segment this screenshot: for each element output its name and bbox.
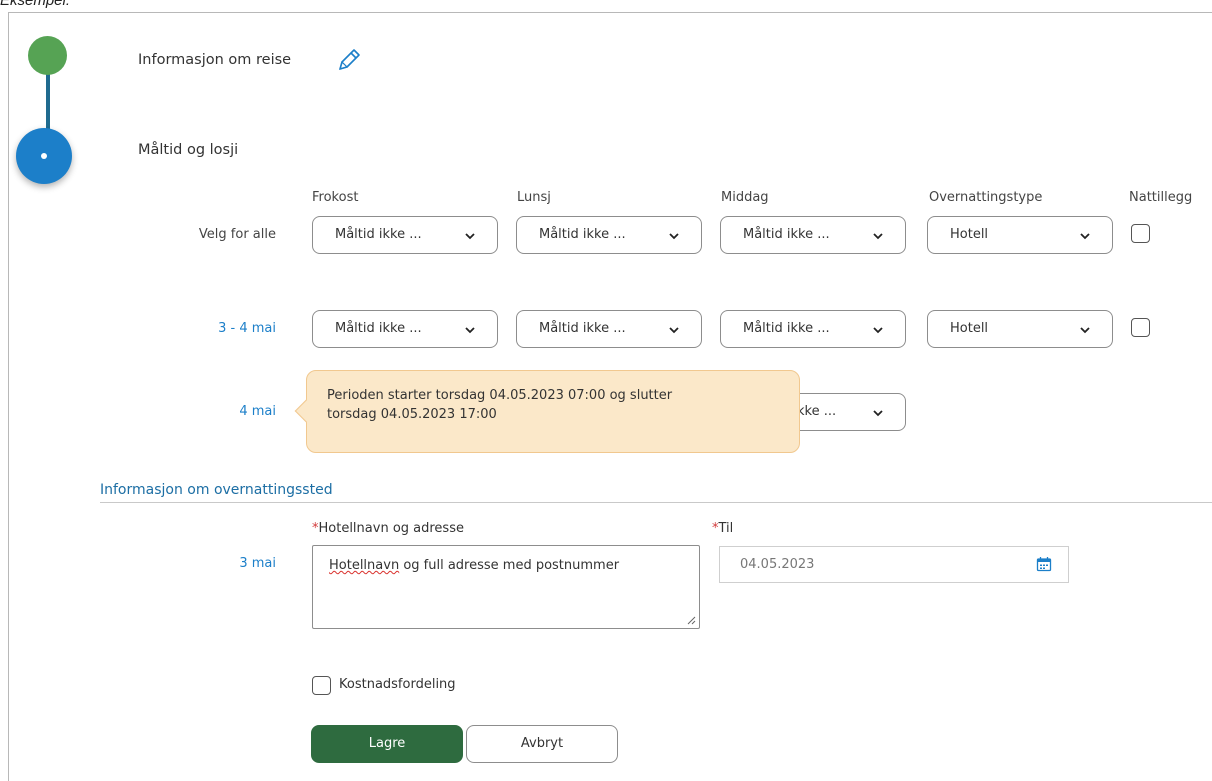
select-value: Måltid ikke ... <box>743 321 830 336</box>
row-label-3-4-mai: 3 - 4 mai <box>218 321 276 336</box>
tooltip-line-1: Perioden starter torsdag 04.05.2023 07:0… <box>327 388 673 403</box>
hotel-field-label: *Hotellnavn og adresse <box>312 521 464 536</box>
select-middag-3-4-mai[interactable]: Måltid ikke ... <box>720 310 906 348</box>
select-value: Måltid ikke ... <box>335 227 422 242</box>
select-lunsj-3-4-mai[interactable]: Måltid ikke ... <box>516 310 702 348</box>
col-header-lunsj: Lunsj <box>517 190 551 205</box>
period-tooltip: Perioden starter torsdag 04.05.2023 07:0… <box>294 370 800 453</box>
checkbox-nattillegg-3-4-mai[interactable] <box>1131 318 1150 337</box>
chevron-down-icon <box>873 410 883 417</box>
example-caption: Eksempel: <box>0 0 71 9</box>
col-header-middag: Middag <box>721 190 769 205</box>
col-header-nattillegg: Nattillegg <box>1129 190 1193 205</box>
to-date-input[interactable]: 04.05.2023 <box>719 546 1069 583</box>
select-frokost-3-4-mai[interactable]: Måltid ikke ... <box>312 310 498 348</box>
step-title-meals-lodging: Måltid og losji <box>138 142 239 158</box>
select-value: kke ... <box>797 404 837 419</box>
pencil-icon[interactable] <box>334 45 364 75</box>
col-header-overnattingstype: Overnattingstype <box>929 190 1043 205</box>
chevron-down-icon <box>669 327 679 334</box>
checkbox-nattillegg-all[interactable] <box>1131 224 1150 243</box>
select-value: Måltid ikke ... <box>335 321 422 336</box>
chevron-down-icon <box>465 233 475 240</box>
row-label-all: Velg for alle <box>198 227 276 242</box>
row-label-3-mai: 3 mai <box>239 556 276 571</box>
step-indicator-active <box>16 128 72 184</box>
select-value: Hotell <box>950 321 989 336</box>
chevron-down-icon <box>873 233 883 240</box>
cancel-button[interactable]: Avbryt <box>466 725 618 763</box>
row-label-4-mai: 4 mai <box>239 404 276 419</box>
chevron-down-icon <box>465 327 475 334</box>
select-lunsj-all[interactable]: Måltid ikke ... <box>516 216 702 254</box>
chevron-down-icon <box>669 233 679 240</box>
textarea-value: Hotellnavn og full adresse med postnumme… <box>329 558 620 573</box>
section-title-lodging: Informasjon om overnattingssted <box>100 482 333 498</box>
to-date-field-label: *Til <box>712 521 734 536</box>
tooltip-line-2: torsdag 04.05.2023 17:00 <box>327 407 497 422</box>
select-value: Måltid ikke ... <box>539 227 626 242</box>
select-frokost-all[interactable]: Måltid ikke ... <box>312 216 498 254</box>
section-divider <box>100 502 1212 503</box>
chevron-down-icon <box>1080 327 1090 334</box>
hotel-address-textarea[interactable]: Hotellnavn og full adresse med postnumme… <box>312 545 700 629</box>
resize-grip-icon[interactable] <box>686 615 696 625</box>
cost-distribution-label: Kostnadsfordeling <box>339 677 456 692</box>
chevron-down-icon <box>1080 233 1090 240</box>
select-middag-all[interactable]: Måltid ikke ... <box>720 216 906 254</box>
select-overnatting-3-4-mai[interactable]: Hotell <box>927 310 1113 348</box>
save-button[interactable]: Lagre <box>311 725 463 763</box>
select-value: Hotell <box>950 227 989 242</box>
calendar-icon[interactable] <box>1036 556 1052 572</box>
step-title-travel-info: Informasjon om reise <box>138 52 292 68</box>
chevron-down-icon <box>873 327 883 334</box>
date-value: 04.05.2023 <box>740 557 815 572</box>
select-overnatting-all[interactable]: Hotell <box>927 216 1113 254</box>
checkbox-cost-distribution[interactable] <box>312 676 331 695</box>
select-value: Måltid ikke ... <box>743 227 830 242</box>
select-value: Måltid ikke ... <box>539 321 626 336</box>
col-header-frokost: Frokost <box>312 190 359 205</box>
step-indicator-done[interactable] <box>28 36 67 75</box>
